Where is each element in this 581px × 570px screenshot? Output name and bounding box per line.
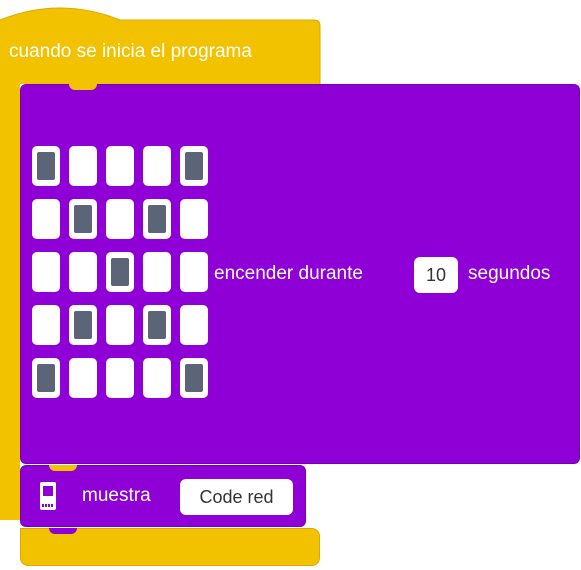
led-cell-r4c1[interactable] [69, 358, 97, 398]
led-cell-r0c2[interactable] [106, 146, 134, 186]
show-string-block[interactable]: muestra Code red [20, 465, 306, 527]
led-cell-r3c3[interactable] [143, 305, 171, 345]
seconds-label: segundos [468, 263, 551, 284]
led-cell-r1c2[interactable] [106, 199, 134, 239]
led-cell-r2c3[interactable] [143, 252, 171, 292]
led-cell-r0c4[interactable] [180, 146, 208, 186]
text-input[interactable]: Code red [180, 479, 293, 515]
duration-input[interactable]: 10 [414, 257, 458, 293]
block-notch [49, 528, 77, 534]
led-cell-r3c4[interactable] [180, 305, 208, 345]
led-cell-r2c0[interactable] [32, 252, 60, 292]
microbit-icon [40, 482, 56, 510]
led-cell-r3c1[interactable] [69, 305, 97, 345]
led-cell-r4c0[interactable] [32, 358, 60, 398]
block-notch [69, 84, 97, 90]
led-cell-r0c0[interactable] [32, 146, 60, 186]
hat-block-label[interactable]: cuando se inicia el programa [9, 40, 252, 64]
block-notch [49, 465, 77, 471]
led-cell-r4c3[interactable] [143, 358, 171, 398]
show-leds-block[interactable]: encender durante 10 segundos [20, 84, 580, 464]
led-cell-r1c4[interactable] [180, 199, 208, 239]
led-cell-r1c1[interactable] [69, 199, 97, 239]
led-cell-r1c0[interactable] [32, 199, 60, 239]
led-cell-r3c0[interactable] [32, 305, 60, 345]
led-cell-r0c3[interactable] [143, 146, 171, 186]
hat-block-footer [20, 528, 320, 566]
led-cell-r2c2[interactable] [106, 252, 134, 292]
led-cell-r4c4[interactable] [180, 358, 208, 398]
led-cell-r4c2[interactable] [106, 358, 134, 398]
led-cell-r2c1[interactable] [69, 252, 97, 292]
led-cell-r0c1[interactable] [69, 146, 97, 186]
led-cell-r2c4[interactable] [180, 252, 208, 292]
show-label: muestra [82, 485, 151, 506]
led-duration-label: encender durante [214, 263, 363, 284]
led-cell-r3c2[interactable] [106, 305, 134, 345]
led-cell-r1c3[interactable] [143, 199, 171, 239]
